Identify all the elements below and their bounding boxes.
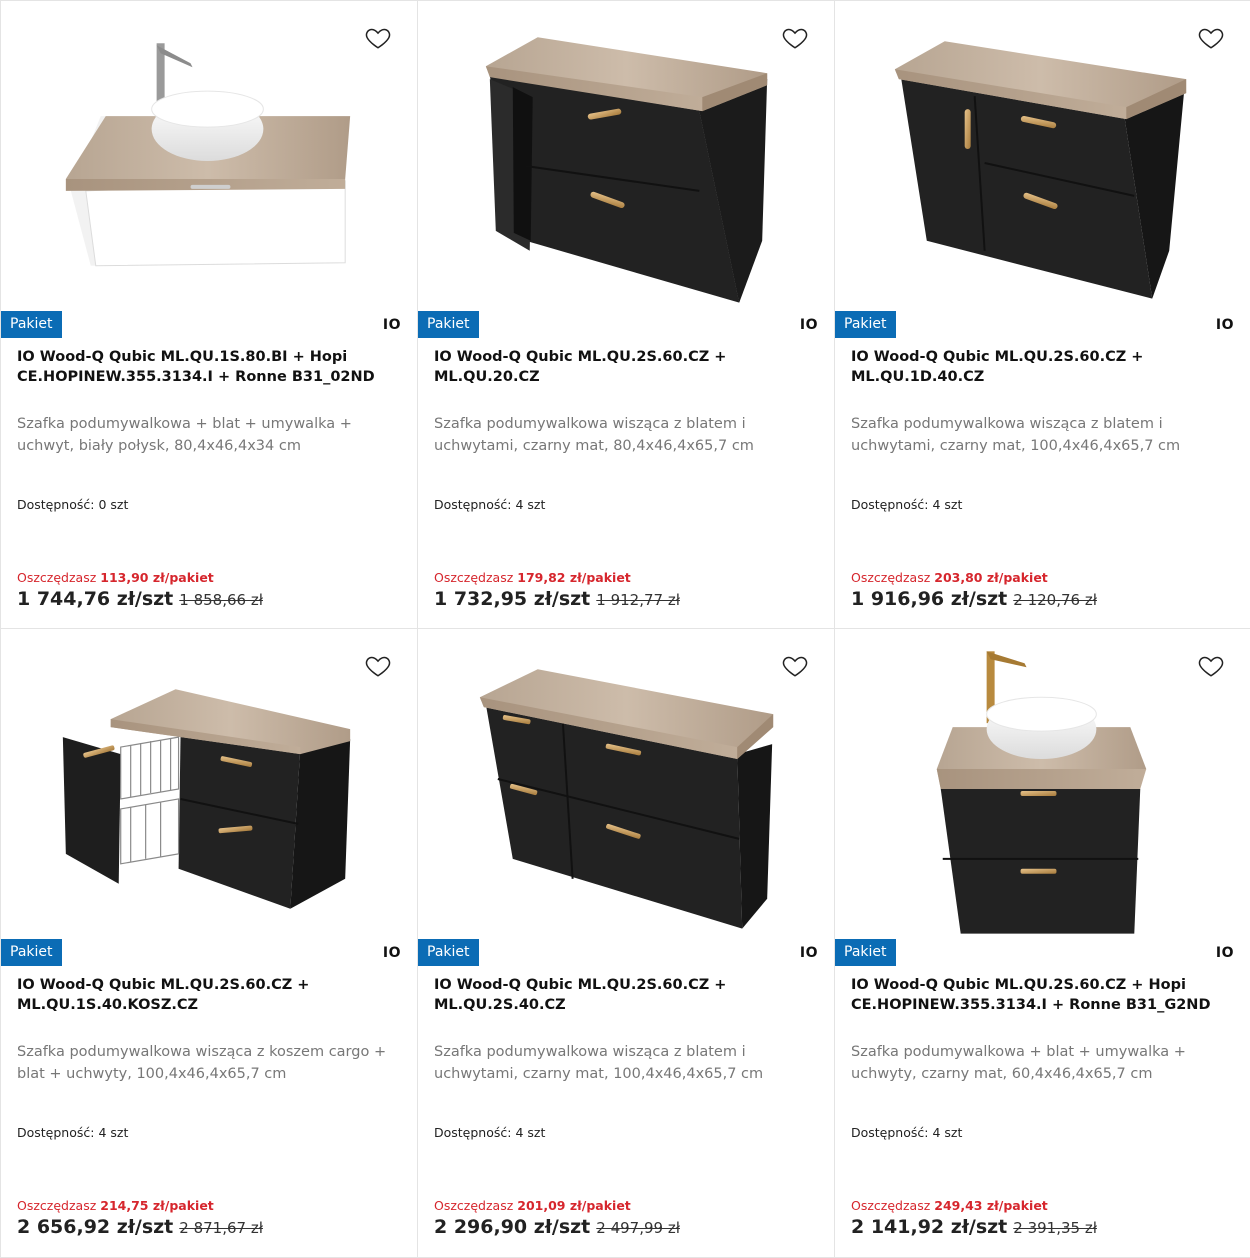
product-image[interactable] <box>1 629 417 937</box>
price: 1 916,96 zł/szt <box>851 588 1008 610</box>
product-image[interactable] <box>835 629 1250 937</box>
product-description: Szafka podumywalkowa wisząca z blatem i … <box>434 416 754 454</box>
heart-icon[interactable] <box>782 653 808 679</box>
package-badge: Pakiet <box>418 311 479 338</box>
product-card[interactable]: Pakiet IO IO Wood-Q Qubic ML.QU.2S.60.CZ… <box>417 628 835 1258</box>
old-price: 2 497,99 zł <box>596 1219 680 1237</box>
price: 2 656,92 zł/szt <box>17 1216 174 1238</box>
old-price: 2 391,35 zł <box>1013 1219 1097 1237</box>
product-title[interactable]: IO Wood-Q Qubic ML.QU.2S.60.CZ + ML.QU.1… <box>17 975 401 1015</box>
price-row: 1 744,76 zł/szt 1 858,66 zł <box>17 588 263 610</box>
savings-label: Oszczędzasz <box>17 570 97 585</box>
savings-label: Oszczędzasz <box>17 1198 97 1213</box>
savings-label: Oszczędzasz <box>434 1198 514 1213</box>
availability: Dostępność: 4 szt <box>851 497 963 512</box>
savings: Oszczędzasz 179,82 zł/pakiet <box>434 570 631 585</box>
product-description: Szafka podumywalkowa wisząca z koszem ca… <box>17 1044 387 1082</box>
savings: Oszczędzasz 113,90 zł/pakiet <box>17 570 214 585</box>
package-badge: Pakiet <box>418 939 479 966</box>
product-description: Szafka podumywalkowa wisząca z blatem i … <box>851 416 1181 454</box>
savings-label: Oszczędzasz <box>851 570 931 585</box>
brand-label: IO <box>799 945 818 961</box>
package-badge: Pakiet <box>1 311 62 338</box>
brand-label: IO <box>382 945 401 961</box>
price: 1 732,95 zł/szt <box>434 588 591 610</box>
product-description: Szafka podumywalkowa + blat + umywalka +… <box>851 1044 1186 1082</box>
price-row: 2 141,92 zł/szt 2 391,35 zł <box>851 1216 1097 1238</box>
savings-value: 249,43 zł/pakiet <box>934 1198 1048 1213</box>
availability: Dostępność: 4 szt <box>851 1125 963 1140</box>
product-image[interactable] <box>418 1 834 309</box>
brand-label: IO <box>799 317 818 333</box>
savings-value: 203,80 zł/pakiet <box>934 570 1048 585</box>
savings-value: 214,75 zł/pakiet <box>100 1198 214 1213</box>
heart-icon[interactable] <box>365 653 391 679</box>
product-title[interactable]: IO Wood-Q Qubic ML.QU.2S.60.CZ + ML.QU.2… <box>434 975 818 1015</box>
product-card[interactable]: Pakiet IO IO Wood-Q Qubic ML.QU.2S.60.CZ… <box>0 628 418 1258</box>
heart-icon[interactable] <box>782 25 808 51</box>
savings: Oszczędzasz 201,09 zł/pakiet <box>434 1198 631 1213</box>
product-card[interactable]: Pakiet IO IO Wood-Q Qubic ML.QU.2S.60.CZ… <box>834 0 1250 629</box>
savings-value: 179,82 zł/pakiet <box>517 570 631 585</box>
old-price: 2 871,67 zł <box>179 1219 263 1237</box>
product-card[interactable]: Pakiet IO IO Wood-Q Qubic ML.QU.2S.60.CZ… <box>417 0 835 629</box>
old-price: 2 120,76 zł <box>1013 591 1097 609</box>
heart-icon[interactable] <box>1198 25 1224 51</box>
availability: Dostępność: 4 szt <box>434 497 546 512</box>
savings-value: 201,09 zł/pakiet <box>517 1198 631 1213</box>
product-title[interactable]: IO Wood-Q Qubic ML.QU.2S.60.CZ + ML.QU.2… <box>434 347 818 387</box>
savings-label: Oszczędzasz <box>851 1198 931 1213</box>
savings: Oszczędzasz 203,80 zł/pakiet <box>851 570 1048 585</box>
product-card[interactable]: Pakiet IO IO Wood-Q Qubic ML.QU.2S.60.CZ… <box>834 628 1250 1258</box>
price: 1 744,76 zł/szt <box>17 588 174 610</box>
package-badge: Pakiet <box>835 939 896 966</box>
product-image[interactable] <box>418 629 834 937</box>
savings: Oszczędzasz 214,75 zł/pakiet <box>17 1198 214 1213</box>
availability: Dostępność: 4 szt <box>17 1125 129 1140</box>
heart-icon[interactable] <box>1198 653 1224 679</box>
availability: Dostępność: 0 szt <box>17 497 129 512</box>
product-title[interactable]: IO Wood-Q Qubic ML.QU.2S.60.CZ + ML.QU.1… <box>851 347 1234 387</box>
savings: Oszczędzasz 249,43 zł/pakiet <box>851 1198 1048 1213</box>
price-row: 1 732,95 zł/szt 1 912,77 zł <box>434 588 680 610</box>
package-badge: Pakiet <box>835 311 896 338</box>
product-grid: Pakiet IO IO Wood-Q Qubic ML.QU.1S.80.BI… <box>0 0 1250 1258</box>
product-image[interactable] <box>835 1 1250 309</box>
product-description: Szafka podumywalkowa + blat + umywalka +… <box>17 416 352 454</box>
brand-label: IO <box>1215 945 1234 961</box>
price-row: 2 656,92 zł/szt 2 871,67 zł <box>17 1216 263 1238</box>
heart-icon[interactable] <box>365 25 391 51</box>
availability: Dostępność: 4 szt <box>434 1125 546 1140</box>
old-price: 1 912,77 zł <box>596 591 680 609</box>
price: 2 141,92 zł/szt <box>851 1216 1008 1238</box>
savings-label: Oszczędzasz <box>434 570 514 585</box>
price-row: 2 296,90 zł/szt 2 497,99 zł <box>434 1216 680 1238</box>
product-card[interactable]: Pakiet IO IO Wood-Q Qubic ML.QU.1S.80.BI… <box>0 0 418 629</box>
brand-label: IO <box>382 317 401 333</box>
brand-label: IO <box>1215 317 1234 333</box>
package-badge: Pakiet <box>1 939 62 966</box>
savings-value: 113,90 zł/pakiet <box>100 570 214 585</box>
price: 2 296,90 zł/szt <box>434 1216 591 1238</box>
product-title[interactable]: IO Wood-Q Qubic ML.QU.1S.80.BI + Hopi CE… <box>17 347 401 387</box>
product-title[interactable]: IO Wood-Q Qubic ML.QU.2S.60.CZ + Hopi CE… <box>851 975 1234 1015</box>
product-description: Szafka podumywalkowa wisząca z blatem i … <box>434 1044 764 1082</box>
price-row: 1 916,96 zł/szt 2 120,76 zł <box>851 588 1097 610</box>
old-price: 1 858,66 zł <box>179 591 263 609</box>
product-image[interactable] <box>1 1 417 309</box>
